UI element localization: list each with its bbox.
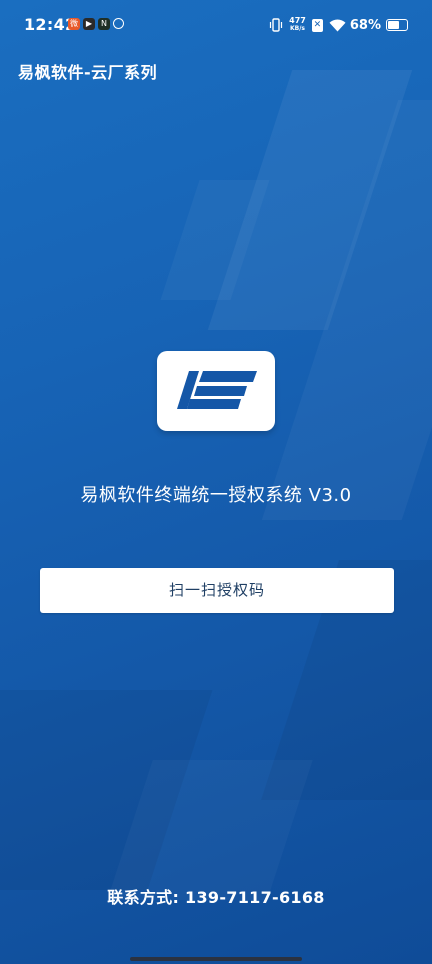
system-title: 易枫软件终端统一授权系统 V3.0 (80, 485, 352, 506)
network-speed: 477 KB/s (289, 17, 306, 33)
scan-auth-code-button[interactable]: 扫一扫授权码 (40, 568, 394, 613)
vibrate-icon (270, 18, 283, 32)
weibo-icon: 微 (68, 18, 80, 30)
app-screen: 12:42 微 ▶ N 477 KB/s ✕ 68% 易枫软件-云厂系列 易枫软… (0, 0, 432, 964)
n-app-icon: N (98, 18, 110, 30)
battery-percentage: 68% (349, 17, 381, 33)
network-speed-unit: KB/s (290, 25, 306, 32)
battery-icon (386, 19, 408, 31)
network-speed-value: 477 (289, 16, 306, 25)
sync-icon (113, 18, 124, 29)
home-indicator[interactable] (130, 957, 302, 961)
play-icon: ▶ (83, 18, 95, 30)
app-title: 易枫软件-云厂系列 (18, 63, 158, 82)
status-indicators: 477 KB/s ✕ 68% (269, 14, 408, 36)
logo-icon (177, 371, 257, 409)
contact-info: 联系方式: 139-7117-6168 (107, 888, 325, 907)
sim-icon: ✕ (311, 18, 323, 32)
battery-level (388, 21, 399, 29)
wifi-icon (329, 19, 346, 31)
status-bar: 12:42 微 ▶ N 477 KB/s ✕ 68% (0, 0, 432, 52)
notification-icons: 微 ▶ N (68, 18, 127, 30)
app-logo (157, 351, 275, 431)
